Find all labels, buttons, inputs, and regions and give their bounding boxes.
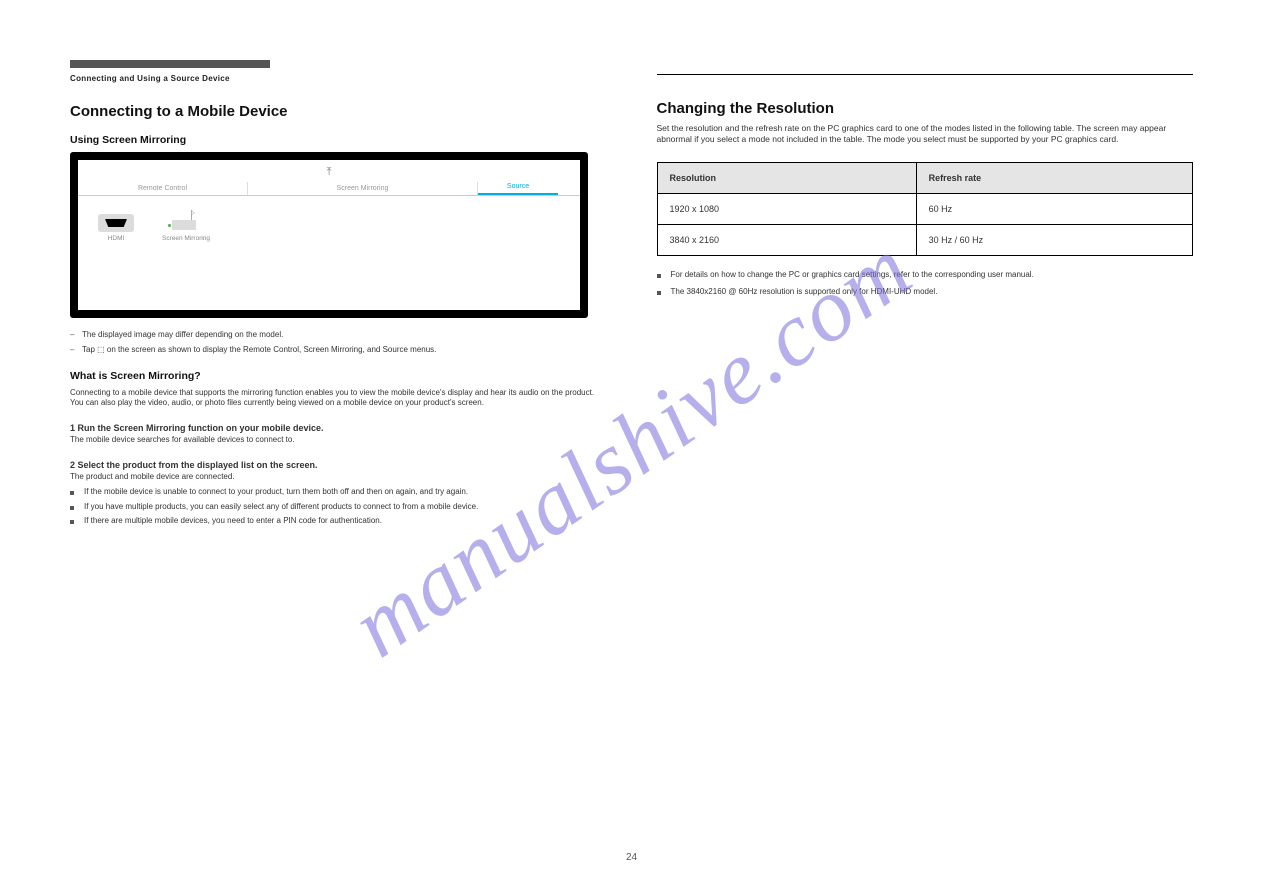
bullet-item: If the mobile device is unable to connec…	[70, 487, 607, 498]
what-is-body: Connecting to a mobile device that suppo…	[70, 388, 607, 410]
step-1-title: 1 Run the Screen Mirroring function on y…	[70, 423, 607, 433]
step-2-title: 2 Select the product from the displayed …	[70, 460, 607, 470]
tab-source[interactable]: Source	[478, 180, 558, 195]
step-2-desc: The product and mobile device are connec…	[70, 472, 607, 483]
th-resolution: Resolution	[657, 162, 916, 193]
tile-hdmi[interactable]: HDMI	[98, 214, 134, 242]
bullet-item: The 3840x2160 @ 60Hz resolution is suppo…	[657, 287, 1194, 298]
mockup-notes: The displayed image may differ depending…	[70, 330, 607, 356]
step-1-desc: The mobile device searches for available…	[70, 435, 607, 446]
right-section-title: Changing the Resolution	[657, 100, 1194, 117]
what-is-title: What is Screen Mirroring?	[70, 370, 607, 382]
chapter-bar	[70, 60, 270, 68]
left-subsection-title: Using Screen Mirroring	[70, 134, 607, 146]
collapse-icon: ⤒	[327, 166, 332, 179]
th-refresh: Refresh rate	[916, 162, 1192, 193]
hdmi-icon	[98, 214, 134, 232]
note-item: The displayed image may differ depending…	[70, 330, 607, 341]
resolution-table: Resolution Refresh rate 1920 x 1080 60 H…	[657, 162, 1194, 256]
right-desc: Set the resolution and the refresh rate …	[657, 123, 1194, 146]
bullet-item: If you have multiple products, you can e…	[70, 502, 607, 513]
top-divider	[657, 74, 1194, 75]
bullet-item: If there are multiple mobile devices, yo…	[70, 516, 607, 527]
tab-screen-mirroring[interactable]: Screen Mirroring	[248, 182, 478, 195]
tile-screen-mirroring[interactable]: ⟡ Screen Mirroring	[162, 210, 210, 242]
left-column: Connecting and Using a Source Device Con…	[70, 60, 607, 531]
left-section-title: Connecting to a Mobile Device	[70, 103, 607, 120]
chapter-label: Connecting and Using a Source Device	[70, 74, 607, 83]
right-column: Changing the Resolution Set the resoluti…	[657, 60, 1194, 531]
page-number: 24	[626, 852, 637, 863]
connection-notes: If the mobile device is unable to connec…	[70, 487, 607, 527]
tab-remote-control[interactable]: Remote Control	[78, 182, 248, 195]
table-row: 3840 x 2160 30 Hz / 60 Hz	[657, 224, 1193, 255]
bullet-item: For details on how to change the PC or g…	[657, 270, 1194, 281]
note-item: Tap ⬚ on the screen as shown to display …	[70, 345, 607, 356]
table-row: 1920 x 1080 60 Hz	[657, 193, 1193, 224]
device-mockup: ⤒ Remote Control Screen Mirroring Source…	[70, 152, 588, 318]
resolution-notes: For details on how to change the PC or g…	[657, 270, 1194, 298]
mirroring-icon: ⟡	[162, 210, 198, 232]
